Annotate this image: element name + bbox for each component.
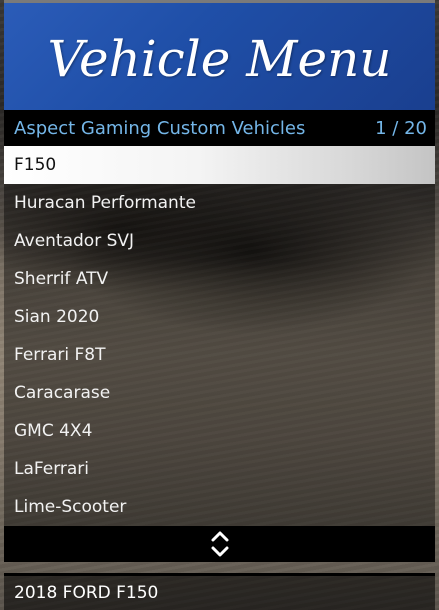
menu-item-f150[interactable]: F150 bbox=[4, 146, 435, 184]
game-scene-background: Vehicle Menu Aspect Gaming Custom Vehicl… bbox=[0, 0, 439, 610]
menu-item-sherrif-atv[interactable]: Sherrif ATV bbox=[4, 260, 435, 298]
menu-scroll-indicator[interactable] bbox=[4, 526, 435, 562]
menu-item-ferrari-f8t[interactable]: Ferrari F8T bbox=[4, 336, 435, 374]
menu-subtitle: Aspect Gaming Custom Vehicles bbox=[14, 117, 306, 139]
menu-item-lime-scooter[interactable]: Lime-Scooter bbox=[4, 488, 435, 526]
menu-item-caracarase[interactable]: Caracarase bbox=[4, 374, 435, 412]
menu-item-sian-2020[interactable]: Sian 2020 bbox=[4, 298, 435, 336]
menu-subtitle-bar: Aspect Gaming Custom Vehicles 1 / 20 bbox=[4, 110, 435, 146]
menu-item-aventador-svj[interactable]: Aventador SVJ bbox=[4, 222, 435, 260]
up-down-chevron-icon bbox=[211, 531, 228, 557]
vehicle-menu: Vehicle Menu Aspect Gaming Custom Vehicl… bbox=[4, 0, 435, 562]
menu-item-counter: 1 / 20 bbox=[375, 117, 427, 139]
menu-title: Vehicle Menu bbox=[47, 29, 392, 88]
item-description: 2018 FORD F150 bbox=[4, 573, 435, 610]
menu-item-huracan-performante[interactable]: Huracan Performante bbox=[4, 184, 435, 222]
menu-item-laferrari[interactable]: LaFerrari bbox=[4, 450, 435, 488]
menu-banner: Vehicle Menu bbox=[4, 0, 435, 110]
menu-item-gmc-4x4[interactable]: GMC 4X4 bbox=[4, 412, 435, 450]
vehicle-list: F150 Huracan Performante Aventador SVJ S… bbox=[4, 146, 435, 526]
